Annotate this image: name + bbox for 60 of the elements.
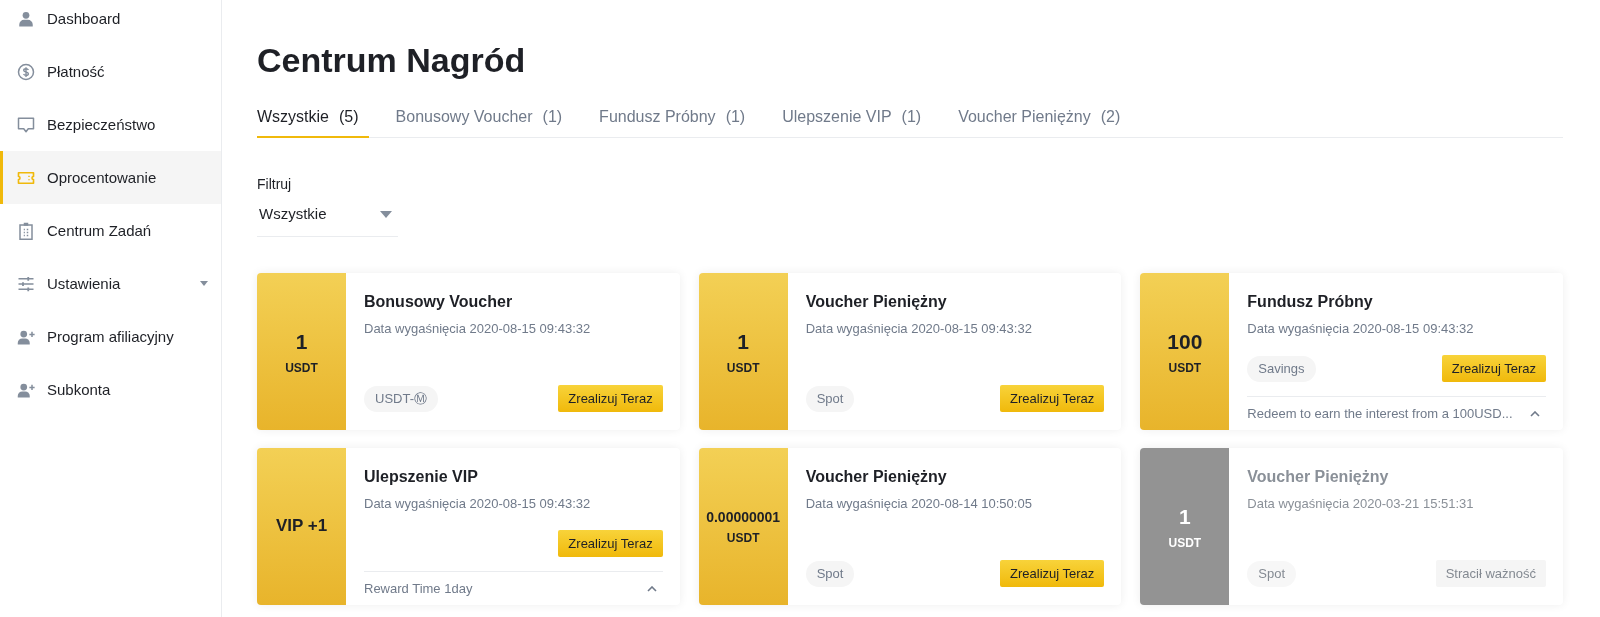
expiry-date: Data wygaśnięcia 2020-03-21 15:51:31 bbox=[1247, 495, 1474, 513]
expiry-date: Data wygaśnięcia 2020-08-15 09:43:32 bbox=[364, 320, 591, 338]
filter-label: Filtruj bbox=[257, 175, 292, 194]
card-title: Fundusz Próbny bbox=[1247, 292, 1373, 312]
amount-value: 1 bbox=[295, 329, 308, 356]
sidebar-item[interactable]: Płatność bbox=[0, 45, 221, 98]
redeem-button[interactable]: Zrealizuj Teraz bbox=[558, 530, 663, 557]
amount-unit: USDT bbox=[285, 360, 318, 375]
chevron-up-icon[interactable] bbox=[1530, 410, 1540, 417]
clipboard-icon bbox=[17, 221, 35, 240]
tab[interactable]: Fundusz Próbny (1) bbox=[599, 106, 756, 138]
expiry-date: Data wygaśnięcia 2020-08-14 10:50:05 bbox=[805, 495, 1032, 513]
note-text: Redeem to earn the interest from a 100USD... bbox=[1247, 406, 1513, 421]
card-title: Bonusowy Voucher bbox=[364, 292, 513, 312]
chevron-up-icon[interactable] bbox=[646, 585, 657, 592]
amount-unit: USDT bbox=[1168, 535, 1202, 550]
tab[interactable]: Wszystkie (5) bbox=[257, 106, 369, 138]
account-tag: Spot bbox=[805, 560, 855, 587]
user-icon bbox=[17, 9, 35, 28]
card-title: Ulepszenie VIP bbox=[364, 467, 478, 487]
account-tag: Spot bbox=[1247, 560, 1297, 587]
account-tag: Spot bbox=[805, 385, 855, 412]
tab[interactable]: Ulepszenie VIP (1) bbox=[782, 106, 932, 138]
caret-down-icon bbox=[200, 281, 208, 286]
sidebar-item[interactable]: Program afiliacyjny bbox=[0, 310, 221, 363]
sidebar-item[interactable]: Ustawienia bbox=[0, 257, 221, 310]
card-title: Voucher Pieniężny bbox=[805, 292, 947, 312]
sidebar-item[interactable]: Centrum Zadań bbox=[0, 204, 221, 257]
sidebar-item[interactable]: Oprocentowanie bbox=[0, 151, 221, 204]
expiry-date: Data wygaśnięcia 2020-08-15 09:43:32 bbox=[364, 495, 591, 513]
sidebar-item[interactable]: Bezpieczeństwo bbox=[0, 98, 221, 151]
speech-bubble-icon bbox=[17, 115, 35, 134]
page-title: Centrum Nagród bbox=[257, 40, 526, 80]
dollar-coin-icon bbox=[17, 62, 35, 81]
card-title: Voucher Pieniężny bbox=[805, 467, 947, 487]
amount-unit: USDT bbox=[726, 531, 760, 546]
amount-unit: USDT bbox=[1168, 360, 1202, 375]
amount-value: VIP +1 bbox=[275, 515, 328, 538]
account-tag: Savings bbox=[1247, 355, 1316, 382]
note-text: Reward Time 1day bbox=[364, 581, 473, 596]
expiry-date: Data wygaśnięcia 2020-08-15 09:43:32 bbox=[805, 320, 1032, 338]
sidebar-item[interactable]: Dashboard bbox=[0, 0, 221, 45]
amount-unit: USDT bbox=[726, 360, 760, 375]
expiry-date: Data wygaśnięcia 2020-08-15 09:43:32 bbox=[1247, 320, 1474, 338]
sliders-icon bbox=[17, 274, 35, 293]
amount-value: 100 bbox=[1167, 329, 1203, 356]
amount-value: 0.00000001 bbox=[706, 507, 781, 527]
redeem-button[interactable]: Zrealizuj Teraz bbox=[1000, 385, 1105, 412]
tab[interactable]: Bonusowy Voucher (1) bbox=[395, 106, 573, 138]
tab[interactable]: Voucher Pieniężny (2) bbox=[958, 106, 1131, 138]
caret-down-icon bbox=[380, 210, 392, 218]
redeem-button[interactable]: Zrealizuj Teraz bbox=[558, 385, 663, 412]
account-tag: USDT-Ⓜ bbox=[364, 385, 438, 412]
amount-value: 1 bbox=[737, 329, 749, 356]
redeem-button[interactable]: Zrealizuj Teraz bbox=[1000, 560, 1105, 587]
card-title: Voucher Pieniężny bbox=[1247, 467, 1389, 487]
redeem-button[interactable]: Zrealizuj Teraz bbox=[1441, 355, 1546, 382]
sidebar-item[interactable]: Subkonta bbox=[0, 363, 221, 416]
filter-dropdown[interactable]: Wszystkie bbox=[257, 200, 398, 237]
amount-value: 1 bbox=[1179, 504, 1191, 531]
